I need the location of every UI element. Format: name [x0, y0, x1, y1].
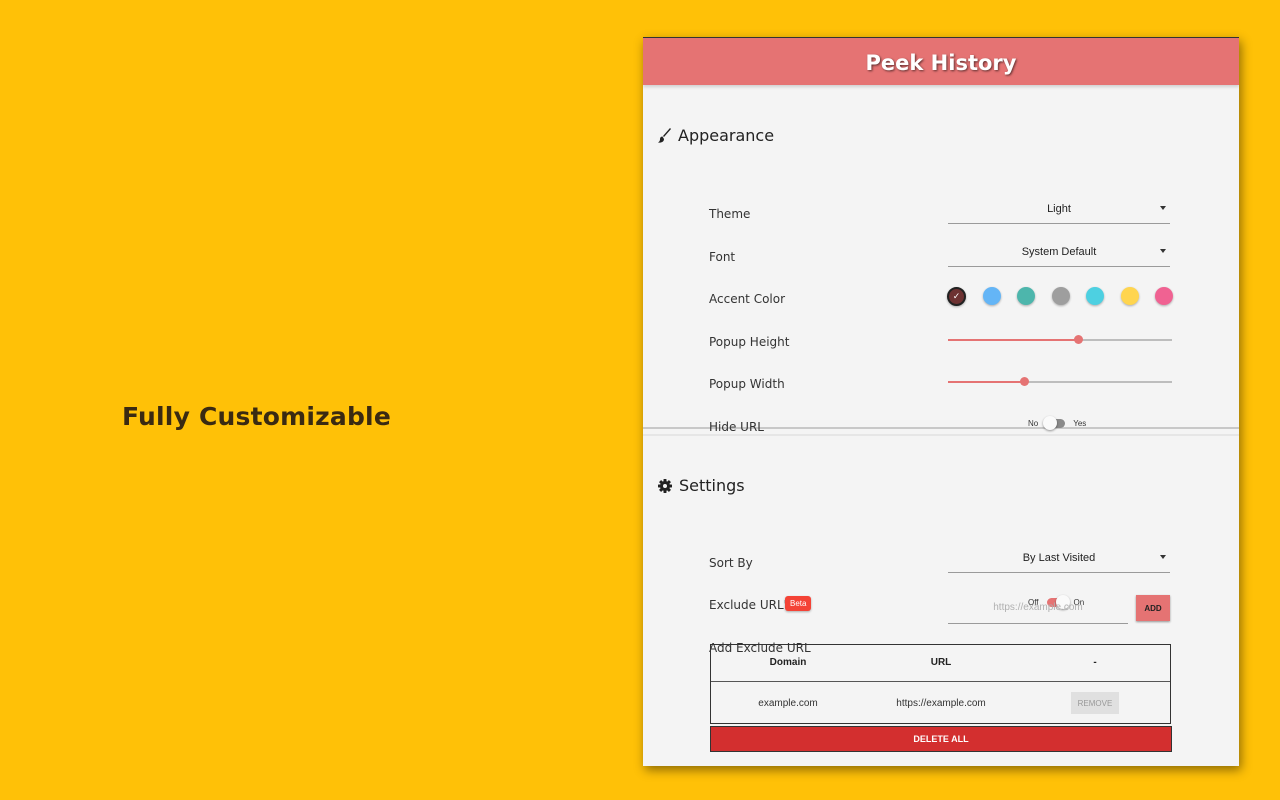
accent-swatch[interactable]: ✓ [947, 287, 966, 306]
accent-swatch[interactable] [1155, 287, 1173, 305]
toggle-off-label: No [1028, 419, 1039, 428]
accent-swatch[interactable] [1086, 287, 1104, 305]
delete-all-button[interactable]: DELETE ALL [710, 726, 1172, 752]
hide-url-toggle[interactable] [1043, 416, 1066, 430]
slider-fill [948, 339, 1078, 341]
app-title: Peek History [865, 50, 1017, 75]
settings-heading-text: Settings [679, 476, 745, 495]
theme-label: Theme [709, 207, 751, 221]
font-label: Font [709, 250, 736, 264]
row-url: https://example.com [896, 698, 986, 709]
app-header: Peek History [643, 37, 1239, 85]
appearance-section: Appearance Theme Light Font System Defau… [643, 84, 1239, 434]
remove-button[interactable]: REMOVE [1071, 692, 1119, 714]
popup-width-label: Popup Width [709, 377, 785, 391]
accent-color-swatches: ✓ [947, 287, 1190, 306]
sort-by-label: Sort By [709, 556, 753, 570]
beta-badge: Beta [785, 596, 812, 611]
appearance-heading-text: Appearance [678, 126, 775, 145]
slider-thumb[interactable] [1073, 335, 1083, 344]
sort-by-select[interactable]: By Last Visited [948, 544, 1170, 573]
add-button[interactable]: ADD [1136, 595, 1170, 621]
settings-section: Settings Sort By By Last Visited Exclude… [643, 436, 1239, 766]
tagline: Fully Customizable [122, 402, 391, 431]
popup-height-slider[interactable] [948, 333, 1172, 347]
popup-height-label: Popup Height [709, 335, 790, 349]
check-icon: ✓ [952, 291, 961, 301]
exclude-urls-label: Exclude URL's [709, 598, 794, 612]
toggle-on-label: Yes [1073, 419, 1087, 428]
accent-swatch[interactable] [1051, 287, 1070, 305]
column-header-action: - [1093, 657, 1097, 668]
accent-color-label: Accent Color [709, 292, 786, 306]
hide-url-label: Hide URL [709, 420, 764, 434]
accent-swatch[interactable] [1120, 287, 1139, 305]
theme-select-value: Light [1047, 203, 1071, 215]
popup-width-slider[interactable] [948, 375, 1172, 389]
exclude-url-table: Domain URL - example.com https://example… [710, 644, 1171, 724]
sort-by-select-value: By Last Visited [1022, 552, 1096, 564]
paintbrush-icon [658, 128, 671, 143]
toggle-knob [1043, 416, 1058, 430]
hide-url-toggle-group: No Yes [1028, 416, 1087, 430]
chevron-down-icon [1160, 206, 1166, 210]
slider-thumb[interactable] [1020, 377, 1030, 386]
row-domain: example.com [758, 698, 818, 709]
chevron-down-icon [1160, 555, 1166, 559]
font-select[interactable]: System Default [948, 238, 1170, 267]
font-select-value: System Default [1021, 246, 1097, 258]
appearance-heading: Appearance [658, 126, 774, 145]
gear-icon [658, 478, 672, 493]
exclude-url-input[interactable] [948, 591, 1128, 624]
theme-select[interactable]: Light [948, 195, 1170, 224]
accent-swatch[interactable] [1017, 287, 1035, 305]
table-header: Domain URL - [711, 645, 1170, 682]
slider-fill [948, 381, 1025, 383]
settings-heading: Settings [658, 476, 745, 495]
column-header-domain: Domain [769, 657, 807, 668]
accent-swatch[interactable] [982, 287, 1001, 305]
chevron-down-icon [1160, 249, 1166, 253]
settings-panel: Peek History Appearance Theme Light Font… [643, 37, 1239, 766]
column-header-url: URL [930, 657, 952, 668]
